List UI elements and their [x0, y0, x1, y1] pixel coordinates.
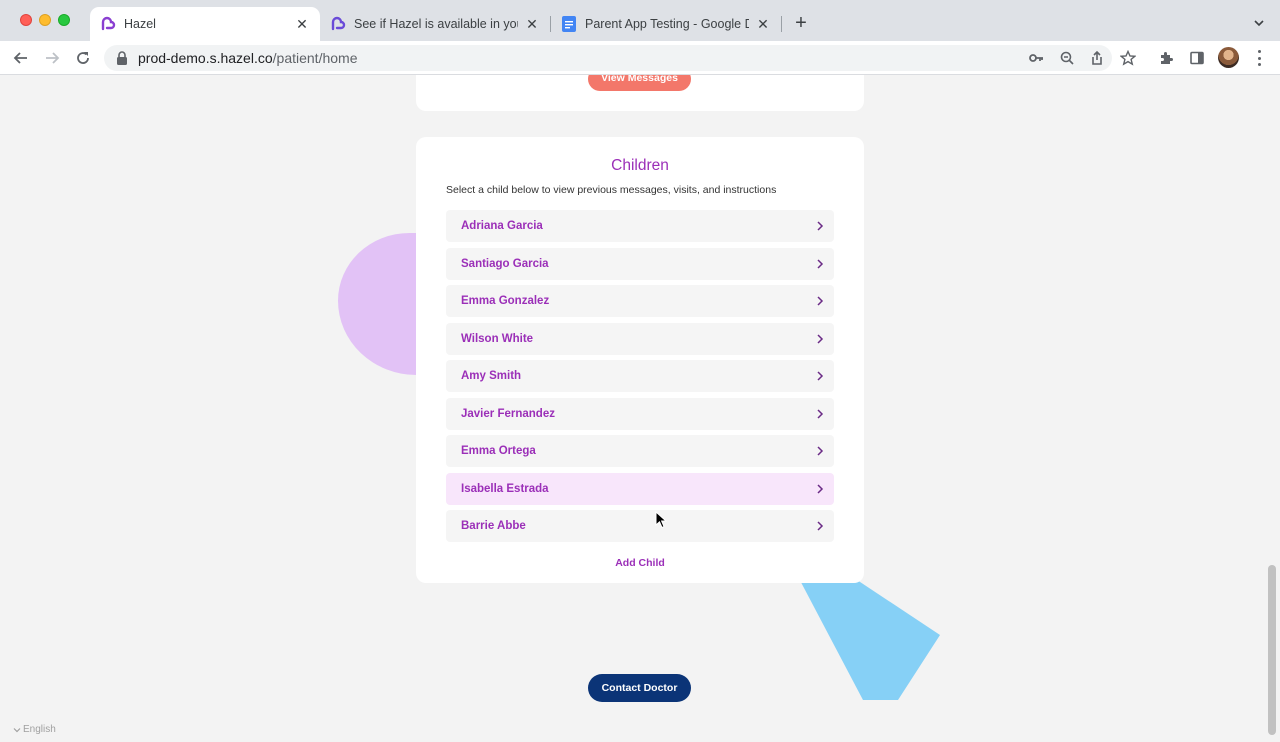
reload-icon[interactable] [73, 48, 93, 68]
child-name: Adriana Garcia [461, 220, 543, 232]
chevron-right-icon [814, 258, 826, 270]
tab-close-icon[interactable]: ✕ [524, 16, 540, 32]
window-minimize-button[interactable] [39, 14, 51, 26]
children-card: Children Select a child below to view pr… [416, 137, 864, 583]
decorative-blue-blob [800, 570, 940, 700]
window-close-button[interactable] [20, 14, 32, 26]
child-name: Emma Ortega [461, 445, 536, 457]
side-panel-icon[interactable] [1188, 49, 1206, 67]
page-content: View Messages Children Select a child be… [0, 75, 1280, 742]
browser-toolbar: prod-demo.s.hazel.co/patient/home [0, 41, 1280, 75]
browser-tab-hazel[interactable]: Hazel ✕ [90, 7, 320, 41]
google-docs-icon [561, 16, 577, 32]
language-selector[interactable]: English [13, 724, 56, 735]
add-child-link[interactable]: Add Child [416, 557, 864, 569]
child-row[interactable]: Wilson White [446, 323, 834, 355]
chevron-right-icon [814, 333, 826, 345]
child-row[interactable]: Emma Gonzalez [446, 285, 834, 317]
zoom-icon[interactable] [1058, 49, 1076, 67]
hazel-logo-icon [100, 16, 116, 32]
key-icon[interactable] [1027, 49, 1045, 67]
tab-close-icon[interactable]: ✕ [755, 16, 771, 32]
child-row[interactable]: Amy Smith [446, 360, 834, 392]
tab-title: Parent App Testing - Google D [585, 17, 749, 31]
chevron-right-icon [814, 520, 826, 532]
child-name: Isabella Estrada [461, 483, 549, 495]
child-row[interactable]: Adriana Garcia [446, 210, 834, 242]
child-name: Javier Fernandez [461, 408, 555, 420]
tab-title: See if Hazel is available in your [354, 17, 518, 31]
url-path: /patient/home [272, 50, 358, 66]
forward-arrow-icon[interactable] [42, 48, 62, 68]
language-label: English [23, 724, 56, 735]
child-name: Emma Gonzalez [461, 295, 550, 307]
lock-icon [116, 51, 128, 65]
mouse-cursor-icon [655, 511, 667, 529]
tab-separator [781, 16, 782, 32]
child-row[interactable]: Emma Ortega [446, 435, 834, 467]
chevron-right-icon [814, 370, 826, 382]
profile-avatar[interactable] [1218, 47, 1239, 68]
extensions-puzzle-icon[interactable] [1157, 49, 1175, 67]
view-messages-button[interactable]: View Messages [588, 75, 691, 91]
child-name: Amy Smith [461, 370, 522, 382]
browser-menu-icon[interactable] [1252, 50, 1266, 66]
children-subtitle: Select a child below to view previous me… [446, 184, 777, 196]
tab-search-chevron-icon[interactable] [1252, 16, 1266, 30]
chevron-right-icon [814, 445, 826, 457]
contact-doctor-button[interactable]: Contact Doctor [588, 674, 691, 702]
window-maximize-button[interactable] [58, 14, 70, 26]
chevron-down-icon [13, 726, 21, 734]
address-bar[interactable]: prod-demo.s.hazel.co/patient/home [104, 45, 1112, 71]
chevron-right-icon [814, 408, 826, 420]
children-title: Children [611, 157, 669, 174]
share-icon[interactable] [1088, 49, 1106, 67]
browser-tab-availability[interactable]: See if Hazel is available in your ✕ [320, 7, 550, 41]
child-row[interactable]: Barrie Abbe [446, 510, 834, 542]
child-name: Barrie Abbe [461, 520, 526, 532]
back-arrow-icon[interactable] [11, 48, 31, 68]
child-name: Santiago Garcia [461, 258, 549, 270]
chevron-right-icon [814, 483, 826, 495]
chevron-right-icon [814, 220, 826, 232]
child-row[interactable]: Javier Fernandez [446, 398, 834, 430]
child-row[interactable]: Santiago Garcia [446, 248, 834, 280]
page-scrollbar[interactable] [1268, 565, 1276, 735]
child-row[interactable]: Isabella Estrada [446, 473, 834, 505]
new-tab-plus-icon[interactable]: + [792, 13, 810, 33]
bookmark-star-icon[interactable] [1119, 49, 1137, 67]
hazel-logo-icon [330, 16, 346, 32]
tab-close-icon[interactable]: ✕ [294, 16, 310, 32]
tab-title: Hazel [124, 17, 156, 31]
child-name: Wilson White [461, 333, 534, 345]
chevron-right-icon [814, 295, 826, 307]
url-host: prod-demo.s.hazel.co [138, 50, 273, 66]
browser-tab-google-docs[interactable]: Parent App Testing - Google D ✕ [551, 7, 781, 41]
browser-tab-strip: Hazel ✕ See if Hazel is available in you… [0, 0, 1280, 41]
